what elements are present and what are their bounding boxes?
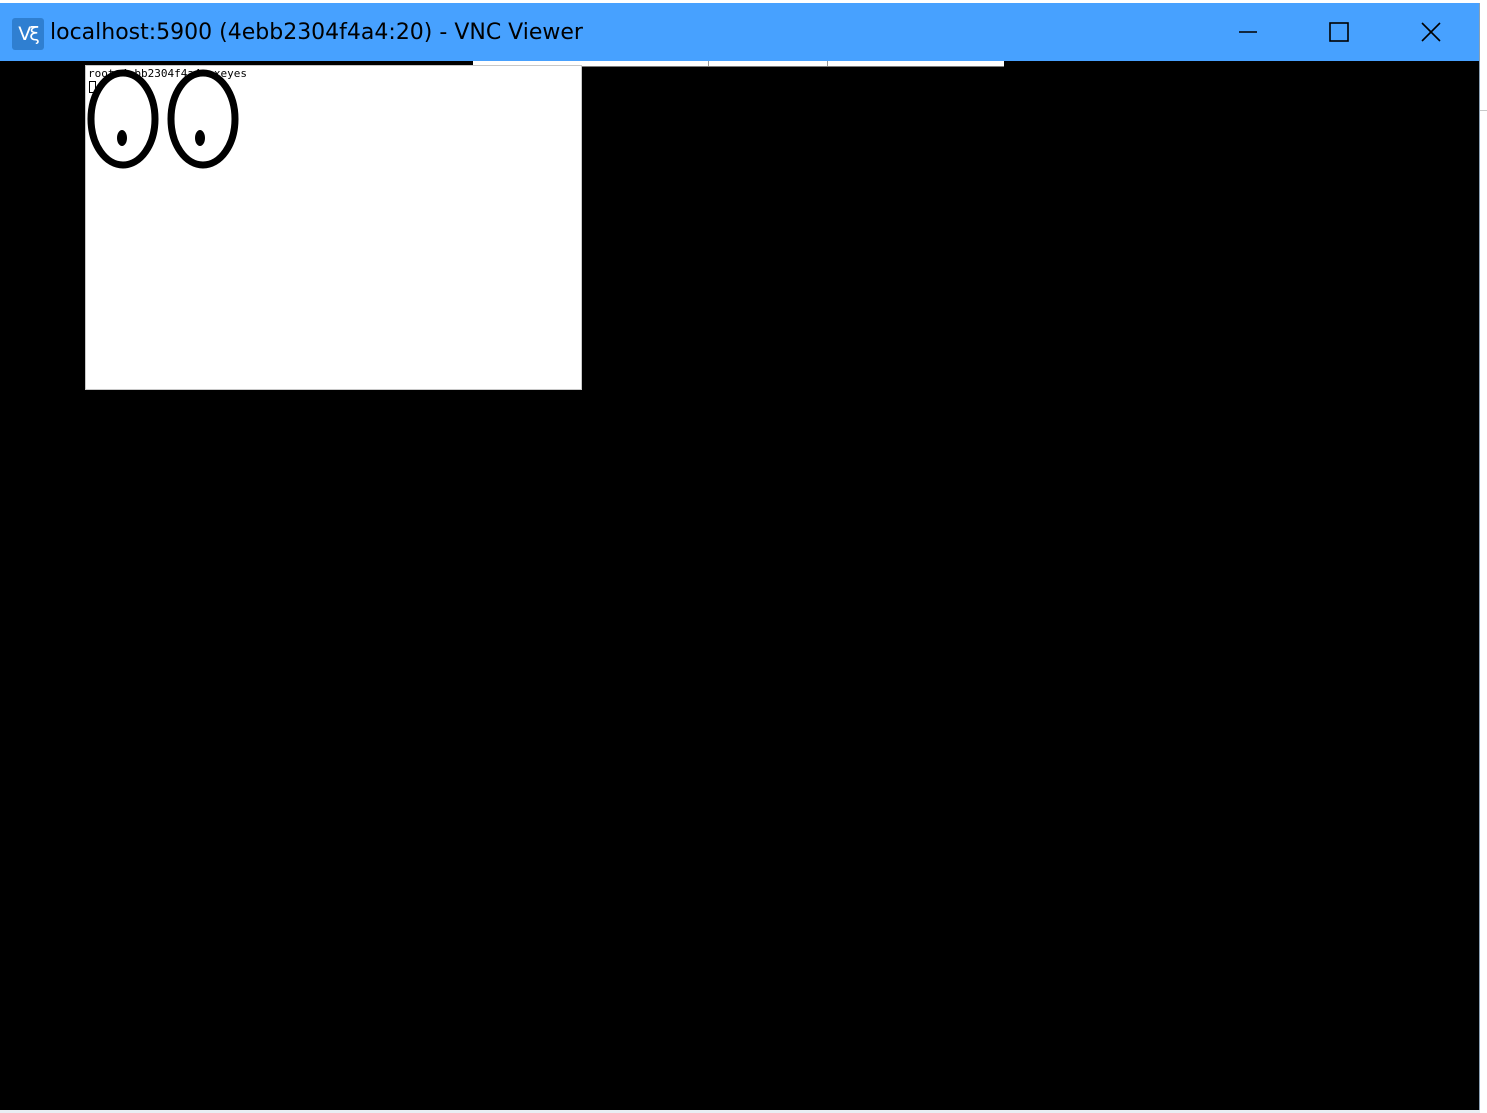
minimize-icon — [1239, 31, 1257, 33]
window-title: localhost:5900 (4ebb2304f4a4:20) - VNC V… — [50, 20, 583, 45]
minimize-button[interactable] — [1202, 3, 1294, 61]
panel-separator — [708, 61, 709, 66]
title-bar[interactable]: Vξ localhost:5900 (4ebb2304f4a4:20) - VN… — [0, 3, 1479, 61]
left-pupil — [117, 130, 127, 146]
close-icon — [1421, 22, 1441, 42]
eyes-icon — [87, 69, 239, 169]
maximize-button[interactable] — [1293, 3, 1385, 61]
vnc-viewer-window: Vξ localhost:5900 (4ebb2304f4a4:20) - VN… — [0, 3, 1480, 1111]
left-eye — [87, 69, 159, 169]
vnc-logo-icon: Vξ — [12, 18, 44, 50]
xeyes-window[interactable]: root@4ebb2304f4a4: xeyes — [85, 65, 582, 390]
right-pupil — [195, 130, 205, 146]
desktop-edge-mark — [1480, 110, 1487, 111]
panel-separator — [827, 61, 828, 66]
maximize-icon — [1329, 22, 1349, 42]
close-button[interactable] — [1385, 3, 1477, 61]
right-eye — [167, 69, 239, 169]
remote-desktop-viewport[interactable]: root@4ebb2304f4a4: xeyes — [0, 61, 1479, 1111]
